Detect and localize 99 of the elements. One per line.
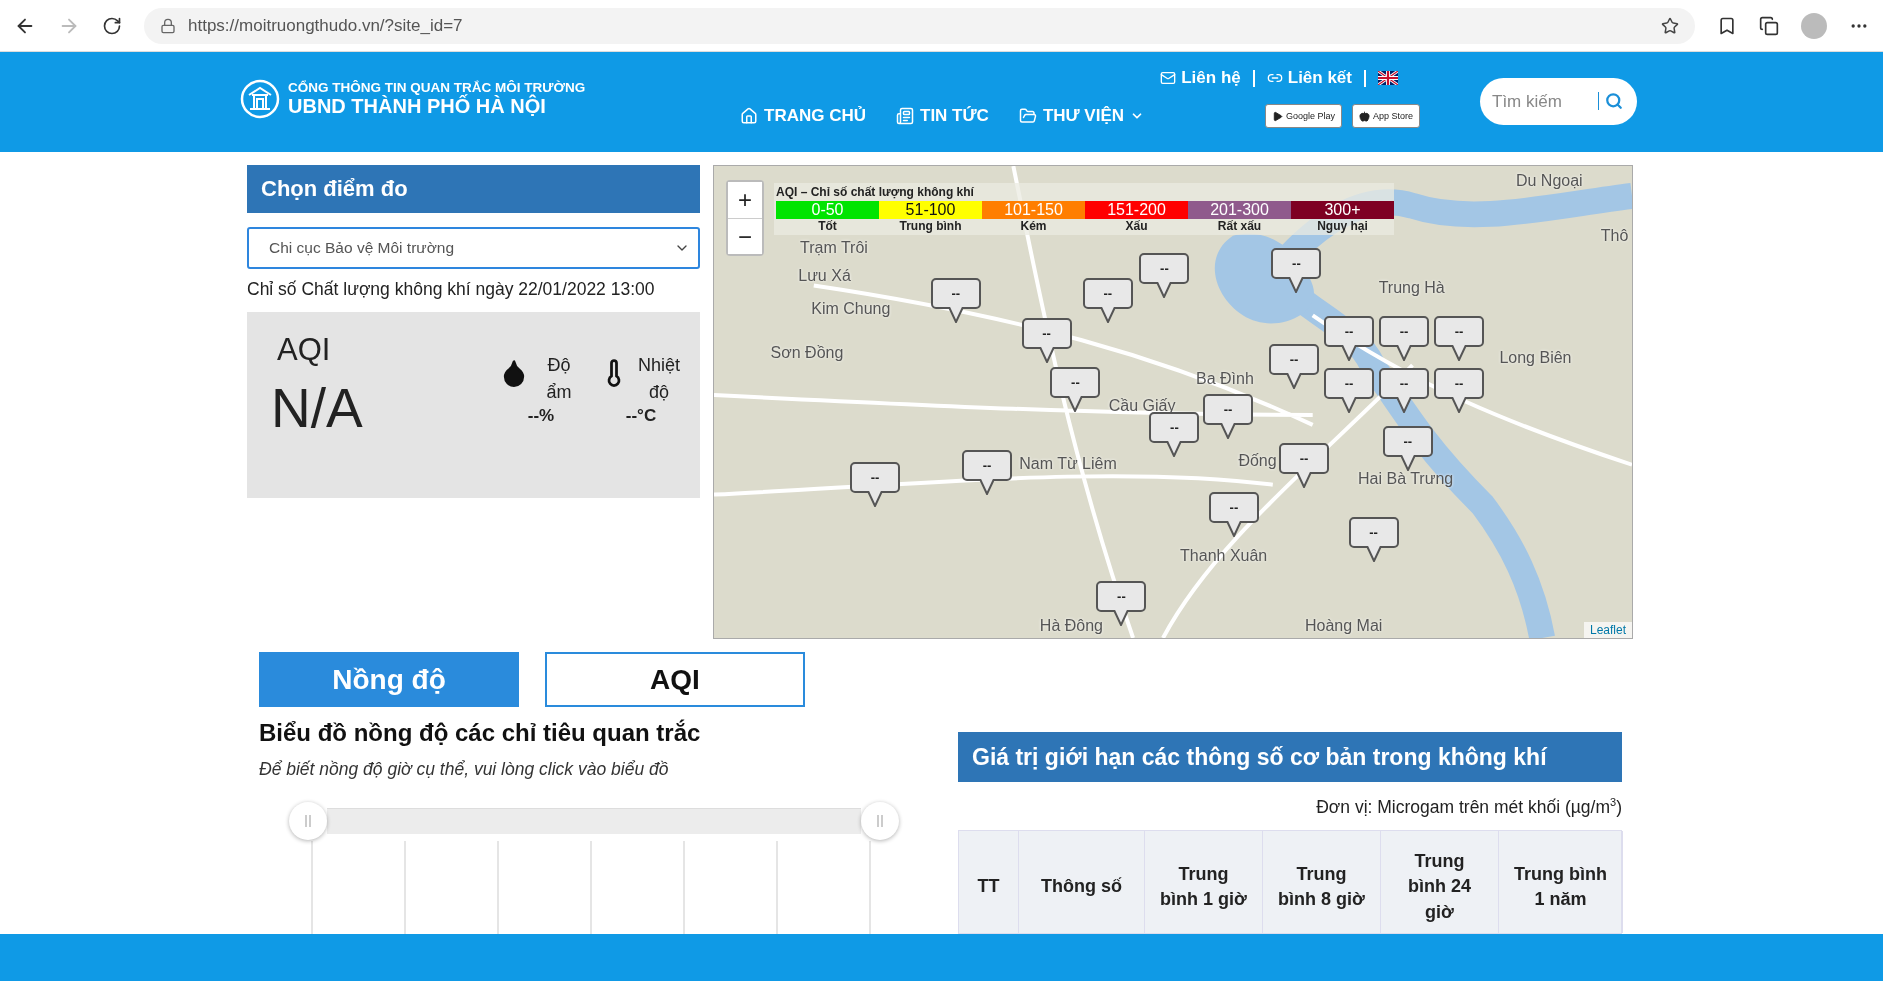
legend-label: Trung bình — [899, 219, 962, 233]
map-place-label: Trung Hà — [1378, 277, 1445, 297]
marker-pointer-icon — [1341, 397, 1357, 413]
column-header: Trung bình 1 giờ — [1145, 830, 1263, 933]
marker-pointer-icon — [1067, 396, 1084, 413]
map-place-label: Lưu Xá — [798, 266, 851, 286]
map-place-label: Hai Bà Trưng — [1358, 469, 1454, 489]
marker-pointer-icon — [1038, 346, 1055, 363]
map-place-label: Du Ngoại — [1515, 170, 1583, 190]
chart-title: Biểu đồ nồng độ các chỉ tiêu quan trắc — [259, 719, 702, 747]
map-place-label: Hoàng Mai — [1305, 616, 1383, 636]
marker-pointer-icon — [1296, 472, 1313, 489]
mail-icon — [1160, 70, 1177, 86]
legend-title: AQI – Chỉ số chất lượng không khí — [776, 185, 975, 199]
marker-pointer-icon — [1451, 345, 1467, 361]
city-name: UBND THÀNH PHỐ HÀ NỘI — [288, 95, 547, 118]
marker-pointer-icon — [1099, 306, 1116, 323]
home-icon — [740, 107, 758, 125]
address-bar[interactable]: https://moitruongthudo.vn/?site_id=7 — [144, 7, 1695, 44]
play-icon — [1271, 110, 1283, 122]
tab[interactable]: AQI — [545, 652, 805, 707]
reload-button[interactable] — [102, 15, 122, 36]
org-name: CỔNG THÔNG TIN QUAN TRẮC MÔI TRƯỜNG — [288, 80, 586, 95]
store-badge[interactable]: App Store — [1351, 104, 1420, 128]
slider-handle[interactable] — [289, 802, 327, 840]
marker-pointer-icon — [947, 306, 964, 323]
column-header: Trung bình 24 giờ — [1381, 830, 1499, 933]
marker-pointer-icon — [867, 491, 884, 507]
tab[interactable]: Nồng độ — [259, 652, 519, 707]
favorites-icon[interactable] — [1717, 15, 1737, 36]
marker-pointer-icon — [1166, 441, 1183, 457]
timestamp-text: Chỉ số Chất lượng không khí ngày 22/01/2022 13:00 — [247, 279, 656, 300]
map-place-label: Thô — [1600, 226, 1629, 246]
legend-label: Kém — [1020, 219, 1047, 233]
legend-swatch: 101-150 — [982, 201, 1085, 219]
reading-value: --% — [527, 406, 555, 426]
column-header: Trung bình 1 năm — [1499, 830, 1623, 933]
marker-pointer-icon — [1365, 546, 1382, 563]
search-icon[interactable] — [1605, 92, 1623, 110]
slider-handle[interactable] — [861, 802, 899, 840]
marker-pointer-icon — [1225, 521, 1242, 538]
column-header: TT — [959, 830, 1019, 933]
unit-text: Đơn vị: Microgam trên mét khối (µg/m$^{3}$) — [1315, 796, 1622, 818]
map-place-label: Trạm Trôi — [800, 237, 868, 257]
legend-swatch: 201-300 — [1188, 201, 1291, 219]
marker-pointer-icon — [1113, 609, 1130, 626]
map-place-label: Thanh Xuân — [1180, 545, 1268, 565]
legend-swatch: 151-200 — [1085, 201, 1188, 219]
marker-pointer-icon — [1399, 455, 1416, 472]
legend-label: Nguy hại — [1317, 219, 1368, 233]
reading-value: --°C — [625, 406, 657, 426]
aqi-value: N/A — [271, 376, 364, 440]
search-field[interactable]: Tìm kiếm — [1480, 78, 1637, 125]
marker-pointer-icon — [1288, 277, 1305, 294]
zoom-out-button[interactable]: − — [728, 218, 762, 254]
reading-label: Nhiệt độ — [637, 354, 681, 404]
map-place-label: Sơn Đồng — [770, 342, 844, 362]
chart-hint: Để biết nồng độ giờ cụ thể, vui lòng click vào biểu đồ — [259, 759, 670, 780]
legend-swatch: 0-50 — [776, 201, 879, 219]
flag-icon[interactable] — [1378, 71, 1398, 85]
marker-pointer-icon — [979, 478, 996, 495]
limits-title: Giá trị giới hạn các thông số cơ bản trong không khí — [958, 732, 1622, 782]
map-place-label: Hà Đông — [1039, 616, 1103, 636]
aqi-label: AQI — [276, 332, 332, 368]
map-place-label: Kim Chung — [811, 299, 891, 319]
marker-pointer-icon — [1396, 345, 1412, 361]
legend-label: Tốt — [818, 219, 837, 233]
marker-pointer-icon — [1451, 397, 1467, 413]
panel-title: Chọn điểm đo — [247, 165, 700, 213]
map-place-label: Nam Từ Liêm — [1019, 454, 1117, 474]
attribution-link[interactable]: Leaflet — [1583, 622, 1632, 638]
marker-pointer-icon — [1396, 397, 1412, 413]
column-header: Thông số — [1019, 830, 1145, 933]
newspaper-icon — [896, 107, 914, 125]
map-place-label: Đống — [1238, 451, 1277, 471]
map-place-label: Cầu Giấy — [1108, 395, 1176, 415]
marker-pointer-icon — [1220, 423, 1237, 440]
reading-label: Độ ẩm — [545, 354, 573, 404]
store-badge[interactable]: Google Play — [1264, 104, 1342, 128]
url-text: https://moitruongthudo.vn/?site_id=7 — [188, 15, 463, 36]
marker-pointer-icon — [1341, 345, 1357, 361]
station-select[interactable]: Chi cục Bảo vệ Môi trường — [247, 227, 700, 269]
lock-icon — [160, 17, 176, 34]
map[interactable] — [713, 165, 1633, 639]
map-place-label: Long Biên — [1499, 348, 1572, 368]
star-icon[interactable] — [1661, 16, 1679, 35]
marker-pointer-icon — [1156, 281, 1173, 298]
apple-icon — [1358, 110, 1370, 122]
legend-label: Xấu — [1125, 219, 1148, 233]
collections-icon[interactable] — [1759, 15, 1779, 36]
legend-swatch: 51-100 — [879, 201, 982, 219]
legend-swatch: 300+ — [1291, 201, 1394, 219]
logo-icon — [240, 79, 280, 119]
map-place-label: Ba Đình — [1195, 369, 1254, 389]
range-slider-track[interactable] — [327, 808, 861, 834]
column-header: Trung bình 8 giờ — [1263, 830, 1381, 933]
marker-pointer-icon — [1286, 373, 1303, 390]
folder-icon — [1018, 107, 1037, 125]
legend-label: Rất xấu — [1217, 219, 1262, 233]
